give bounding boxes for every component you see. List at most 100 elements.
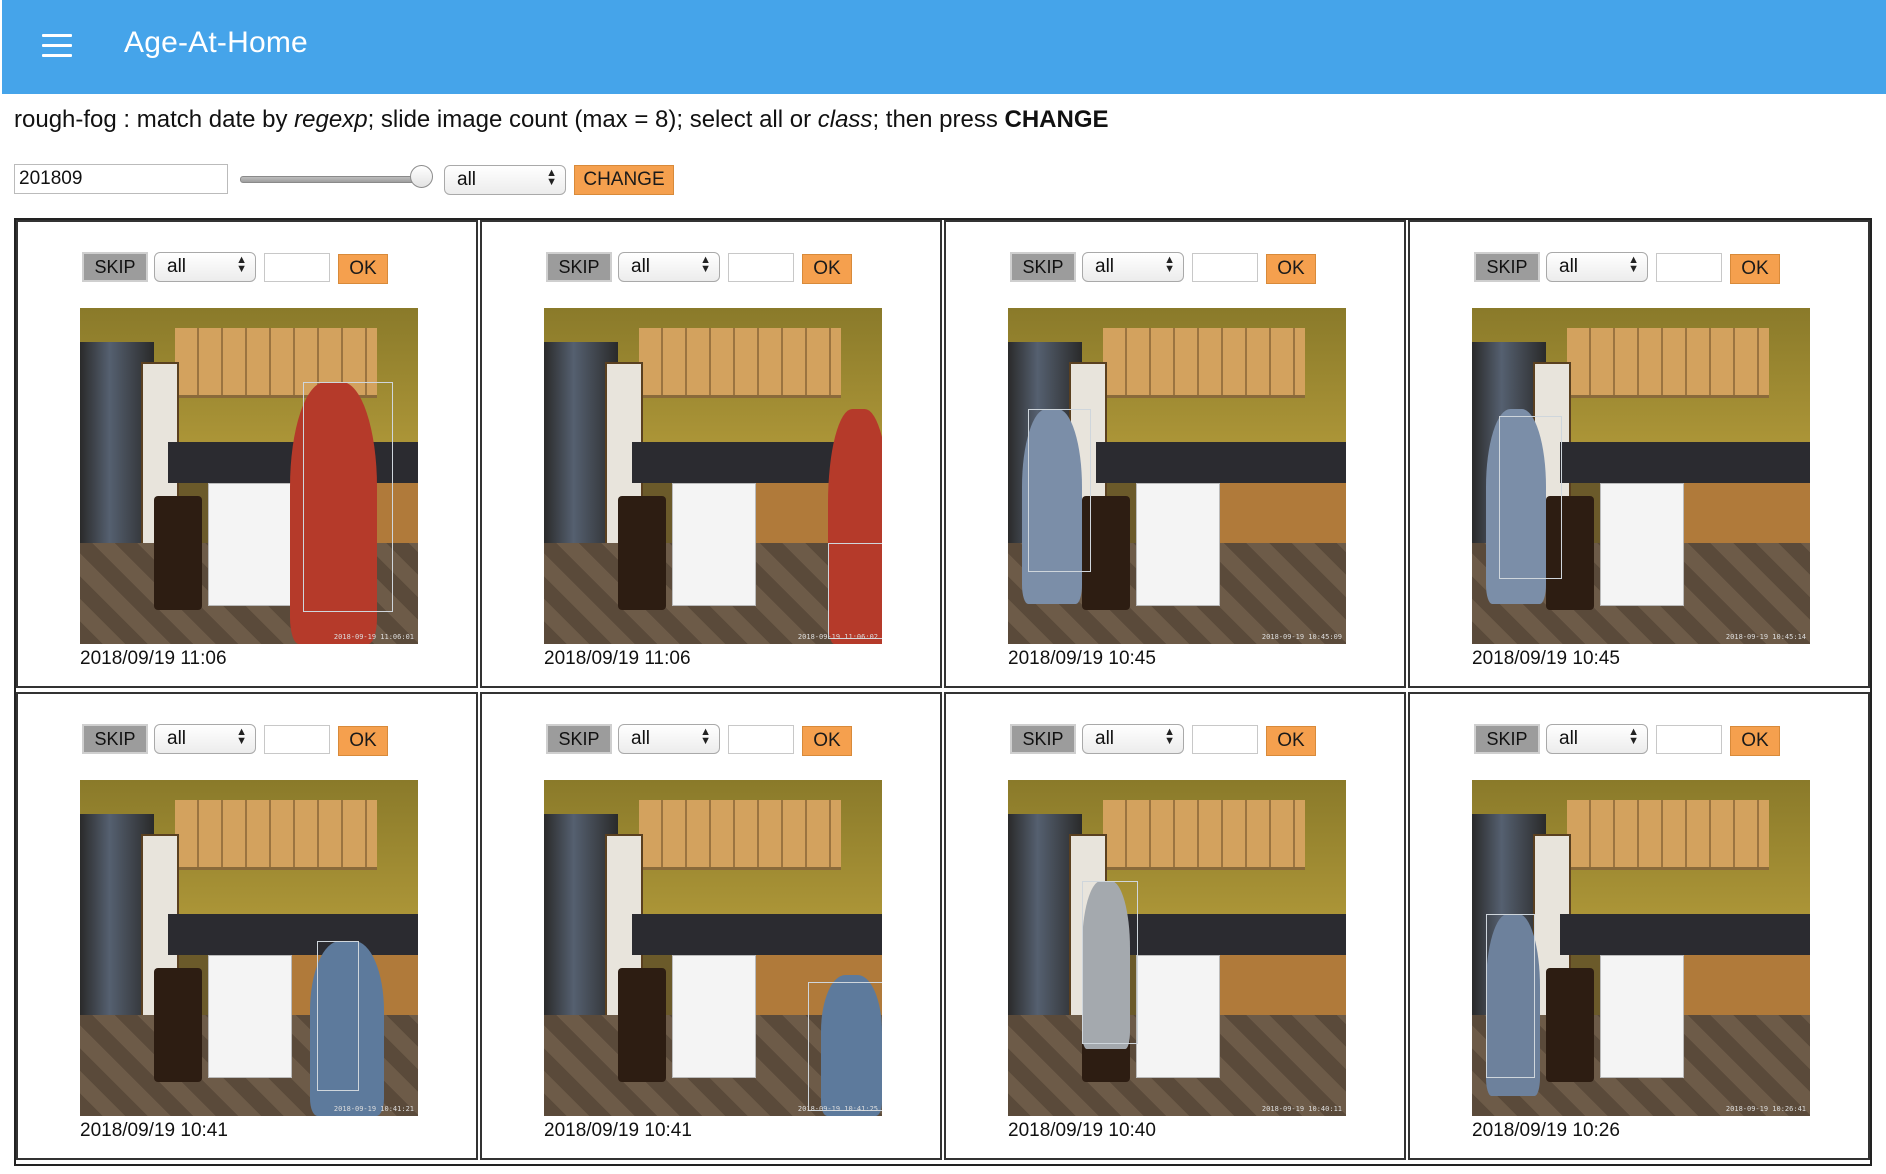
- cell-class-select-value: all: [1559, 256, 1579, 277]
- kitchen-photo[interactable]: 2018-09-19 10:45:09: [1008, 308, 1346, 644]
- cell-class-select-value: all: [1095, 256, 1115, 277]
- kitchen-photo[interactable]: 2018-09-19 10:41:21: [80, 780, 418, 1116]
- select-arrows-icon: ▲ ▼: [700, 726, 711, 747]
- select-arrows-icon: ▲ ▼: [236, 726, 247, 747]
- skip-button[interactable]: SKIP: [1010, 724, 1076, 754]
- image-cell: SKIP all ▲ ▼ OK 2018-09-19 10:41:21 2018/09/19…: [16, 692, 478, 1160]
- select-arrows-icon: ▲ ▼: [1164, 726, 1175, 747]
- detection-box: [827, 543, 882, 640]
- cell-class-select-value: all: [1559, 728, 1579, 749]
- image-count-slider-thumb[interactable]: [410, 165, 433, 188]
- cell-class-select[interactable]: all ▲ ▼: [1546, 724, 1648, 754]
- cell-class-select[interactable]: all ▲ ▼: [618, 724, 720, 754]
- class-text-input[interactable]: [264, 253, 330, 282]
- photo-timestamp: 2018-09-19 10:45:09: [1261, 633, 1342, 641]
- change-button[interactable]: CHANGE: [574, 165, 674, 195]
- image-caption: 2018/09/19 10:26: [1472, 1120, 1620, 1141]
- instructions-part2: ; slide image count (max = 8); select al…: [367, 106, 818, 133]
- skip-button[interactable]: SKIP: [82, 252, 148, 282]
- image-count-slider[interactable]: [240, 176, 426, 183]
- image-cell: SKIP all ▲ ▼ OK 2018-09-19 10:41:25 2018/09/19…: [480, 692, 942, 1160]
- image-cell: SKIP all ▲ ▼ OK 2018-09-19 11:06:01 2018/09/19…: [16, 220, 478, 688]
- image-caption: 2018/09/19 11:06: [544, 648, 691, 669]
- skip-button[interactable]: SKIP: [1474, 724, 1540, 754]
- detection-box: [1082, 880, 1139, 1045]
- detection-box: [1485, 914, 1535, 1078]
- skip-button[interactable]: SKIP: [1474, 252, 1540, 282]
- kitchen-photo[interactable]: 2018-09-19 10:45:14: [1472, 308, 1810, 644]
- ok-button[interactable]: OK: [802, 726, 852, 756]
- photo-timestamp: 2018-09-19 11:06:01: [333, 633, 414, 641]
- select-arrows-icon: ▲ ▼: [546, 167, 557, 188]
- select-arrows-icon: ▲ ▼: [1164, 254, 1175, 275]
- ok-button[interactable]: OK: [1266, 254, 1316, 284]
- skip-button[interactable]: SKIP: [1010, 252, 1076, 282]
- ok-button[interactable]: OK: [1266, 726, 1316, 756]
- kitchen-photo[interactable]: 2018-09-19 10:26:41: [1472, 780, 1810, 1116]
- instructions-change: CHANGE: [1004, 106, 1109, 133]
- select-arrows-icon: ▲ ▼: [1628, 254, 1639, 275]
- instructions-regexp: regexp: [294, 106, 368, 133]
- kitchen-photo[interactable]: 2018-09-19 11:06:02: [544, 308, 882, 644]
- class-select-value: all: [457, 169, 477, 190]
- ok-button[interactable]: OK: [1730, 726, 1780, 756]
- image-caption: 2018/09/19 10:41: [80, 1120, 228, 1141]
- cell-class-select[interactable]: all ▲ ▼: [1546, 252, 1648, 282]
- skip-button[interactable]: SKIP: [546, 252, 612, 282]
- app-bar: Age-At-Home: [2, 0, 1886, 94]
- cell-class-select[interactable]: all ▲ ▼: [618, 252, 720, 282]
- detection-box: [303, 381, 393, 613]
- cell-class-select-value: all: [631, 728, 651, 749]
- image-caption: 2018/09/19 10:41: [544, 1120, 692, 1141]
- cell-class-select-value: all: [167, 728, 187, 749]
- detection-box: [1028, 408, 1092, 573]
- instructions-class: class: [817, 106, 873, 133]
- class-text-input[interactable]: [1656, 253, 1722, 282]
- kitchen-photo[interactable]: 2018-09-19 11:06:01: [80, 308, 418, 644]
- cell-class-select[interactable]: all ▲ ▼: [1082, 724, 1184, 754]
- photo-timestamp: 2018-09-19 10:41:21: [333, 1105, 414, 1113]
- cell-class-select[interactable]: all ▲ ▼: [1082, 252, 1184, 282]
- date-regexp-input[interactable]: [14, 164, 228, 194]
- photo-timestamp: 2018-09-19 10:45:14: [1725, 633, 1806, 641]
- cell-class-select-value: all: [167, 256, 187, 277]
- cell-class-select[interactable]: all ▲ ▼: [154, 252, 256, 282]
- instructions-part1: rough-fog : match date by: [14, 106, 295, 133]
- image-caption: 2018/09/19 10:40: [1008, 1120, 1156, 1141]
- kitchen-photo[interactable]: 2018-09-19 10:40:11: [1008, 780, 1346, 1116]
- class-text-input[interactable]: [728, 253, 794, 282]
- skip-button[interactable]: SKIP: [546, 724, 612, 754]
- select-arrows-icon: ▲ ▼: [236, 254, 247, 275]
- class-select[interactable]: all ▲ ▼: [444, 165, 566, 195]
- detection-box: [316, 941, 360, 1092]
- select-arrows-icon: ▲ ▼: [1628, 726, 1639, 747]
- image-cell: SKIP all ▲ ▼ OK 2018-09-19 10:40:11 2018/09/19…: [944, 692, 1406, 1160]
- cell-class-select[interactable]: all ▲ ▼: [154, 724, 256, 754]
- image-caption: 2018/09/19 10:45: [1008, 648, 1156, 669]
- ok-button[interactable]: OK: [802, 254, 852, 284]
- image-cell: SKIP all ▲ ▼ OK 2018-09-19 10:26:41 2018/09/19…: [1408, 692, 1870, 1160]
- cell-class-select-value: all: [631, 256, 651, 277]
- image-grid: SKIP all ▲ ▼ OK 2018-09-19 11:06:01 2018/09/19…: [14, 218, 1872, 1166]
- photo-timestamp: 2018-09-19 11:06:02: [797, 633, 878, 641]
- image-caption: 2018/09/19 11:06: [80, 648, 227, 669]
- ok-button[interactable]: OK: [338, 254, 388, 284]
- class-text-input[interactable]: [728, 725, 794, 754]
- instructions-part3: ; then press: [872, 106, 1005, 133]
- class-text-input[interactable]: [1656, 725, 1722, 754]
- skip-button[interactable]: SKIP: [82, 724, 148, 754]
- image-caption: 2018/09/19 10:45: [1472, 648, 1620, 669]
- photo-timestamp: 2018-09-19 10:41:25: [797, 1105, 878, 1113]
- image-cell: SKIP all ▲ ▼ OK 2018-09-19 11:06:02 2018/09/19…: [480, 220, 942, 688]
- photo-timestamp: 2018-09-19 10:40:11: [1261, 1105, 1342, 1113]
- hamburger-menu-icon[interactable]: [42, 34, 72, 58]
- ok-button[interactable]: OK: [338, 726, 388, 756]
- class-text-input[interactable]: [1192, 725, 1258, 754]
- instructions-text: rough-fog : match date by regexp; slide …: [14, 106, 1109, 134]
- kitchen-photo[interactable]: 2018-09-19 10:41:25: [544, 780, 882, 1116]
- cell-class-select-value: all: [1095, 728, 1115, 749]
- image-cell: SKIP all ▲ ▼ OK 2018-09-19 10:45:14 2018/09/19…: [1408, 220, 1870, 688]
- class-text-input[interactable]: [1192, 253, 1258, 282]
- class-text-input[interactable]: [264, 725, 330, 754]
- ok-button[interactable]: OK: [1730, 254, 1780, 284]
